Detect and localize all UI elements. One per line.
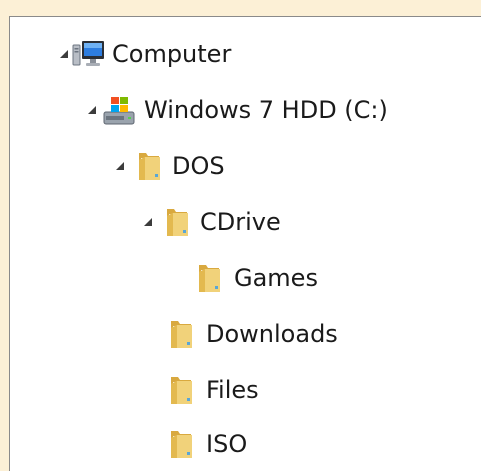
tree-item-iso[interactable]: ISO bbox=[168, 422, 247, 466]
folder-icon bbox=[168, 318, 194, 350]
folder-icon bbox=[168, 428, 194, 460]
folder-icon bbox=[168, 374, 194, 406]
tree-item-label: Files bbox=[206, 376, 259, 404]
tree-item-label: ISO bbox=[206, 430, 248, 458]
folder-icon bbox=[136, 150, 162, 182]
tree-item-label: Windows 7 HDD (C:) bbox=[144, 96, 388, 124]
tree-item-label: Games bbox=[234, 264, 318, 292]
tree-item-windows-drive[interactable]: Windows 7 HDD (C:) bbox=[86, 88, 388, 132]
folder-icon bbox=[196, 262, 222, 294]
tree-item-downloads[interactable]: Downloads bbox=[168, 312, 338, 356]
tree-item-games[interactable]: Games bbox=[196, 256, 318, 300]
tree-item-label: DOS bbox=[172, 152, 225, 180]
expanded-triangle-icon[interactable] bbox=[114, 160, 126, 172]
navigation-tree: Computer Windows 7 HDD (C:) DOS CDrive G… bbox=[9, 16, 481, 471]
tree-item-cdrive[interactable]: CDrive bbox=[142, 200, 281, 244]
expanded-triangle-icon[interactable] bbox=[58, 48, 70, 60]
computer-icon bbox=[72, 39, 106, 69]
tree-item-files[interactable]: Files bbox=[168, 368, 259, 412]
tree-item-dos[interactable]: DOS bbox=[114, 144, 225, 188]
tree-item-label: CDrive bbox=[200, 208, 281, 236]
tree-item-label: Computer bbox=[112, 40, 232, 68]
expanded-triangle-icon[interactable] bbox=[142, 216, 154, 228]
folder-icon bbox=[164, 206, 190, 238]
tree-item-computer[interactable]: Computer bbox=[58, 32, 231, 76]
expanded-triangle-icon[interactable] bbox=[86, 104, 98, 116]
windows-drive-icon bbox=[102, 94, 136, 126]
tree-item-label: Downloads bbox=[206, 320, 338, 348]
